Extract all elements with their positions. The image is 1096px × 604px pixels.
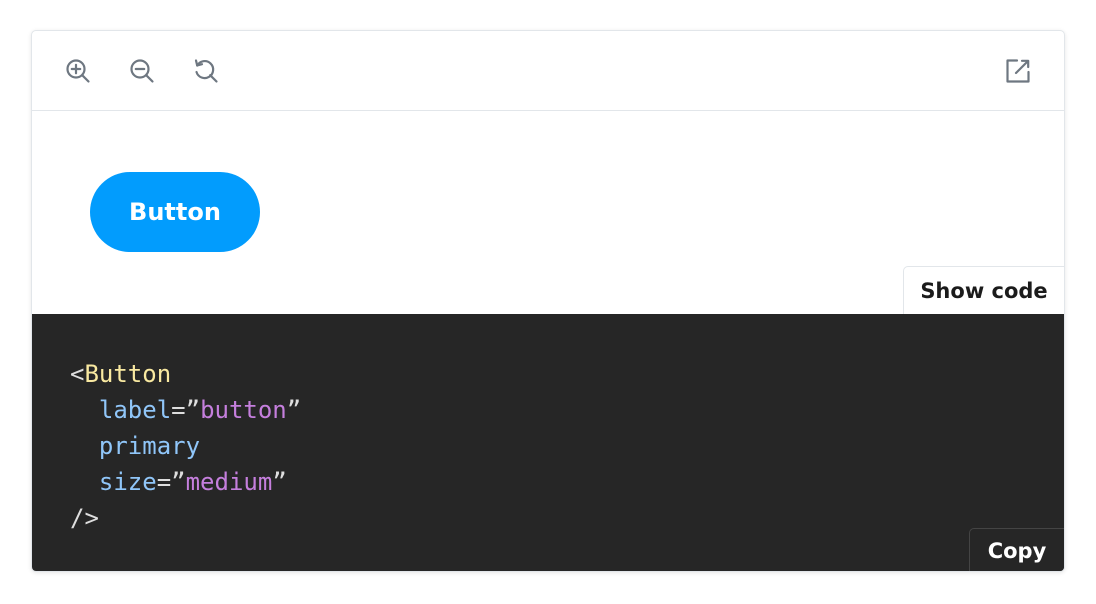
preview-toolbar bbox=[32, 31, 1064, 111]
code-tag-open: < bbox=[70, 360, 85, 388]
open-in-new-tab-button[interactable] bbox=[1002, 55, 1034, 87]
code-attr: primary bbox=[98, 432, 201, 460]
code-tag-name: Button bbox=[84, 360, 172, 388]
code-panel: <Button label=”button” primary size=”med… bbox=[32, 314, 1064, 571]
zoom-out-icon bbox=[130, 59, 154, 83]
code-quote: ” bbox=[185, 396, 201, 424]
zoom-out-button[interactable] bbox=[126, 55, 158, 87]
zoom-in-icon bbox=[66, 59, 90, 83]
story-preview-block: Button Show code <Button label=”button” … bbox=[31, 30, 1065, 572]
code-eq: = bbox=[156, 468, 172, 496]
reset-zoom-icon bbox=[194, 59, 218, 83]
code-snippet: <Button label=”button” primary size=”med… bbox=[70, 356, 301, 536]
code-quote: ” bbox=[272, 468, 287, 496]
external-link-icon bbox=[1006, 59, 1030, 83]
code-tag-close: /> bbox=[70, 504, 99, 532]
code-quote: ” bbox=[171, 468, 186, 496]
code-value: medium bbox=[185, 468, 273, 496]
code-line-1: <Button bbox=[70, 360, 171, 388]
code-value: button bbox=[200, 396, 287, 424]
show-code-button[interactable]: Show code bbox=[903, 266, 1064, 314]
code-line-3: primary bbox=[70, 432, 200, 460]
copy-button[interactable]: Copy bbox=[969, 528, 1064, 571]
code-line-5: /> bbox=[70, 504, 99, 532]
code-attr: label bbox=[98, 396, 172, 424]
reset-zoom-button[interactable] bbox=[190, 55, 222, 87]
code-quote: ” bbox=[286, 396, 302, 424]
code-attr: size bbox=[98, 468, 157, 496]
zoom-in-button[interactable] bbox=[62, 55, 94, 87]
code-eq: = bbox=[171, 396, 186, 424]
primary-button[interactable]: Button bbox=[90, 172, 260, 252]
code-line-4: size=”medium” bbox=[70, 468, 287, 496]
code-line-2: label=”button” bbox=[70, 396, 301, 424]
preview-canvas: Button Show code bbox=[32, 111, 1064, 314]
